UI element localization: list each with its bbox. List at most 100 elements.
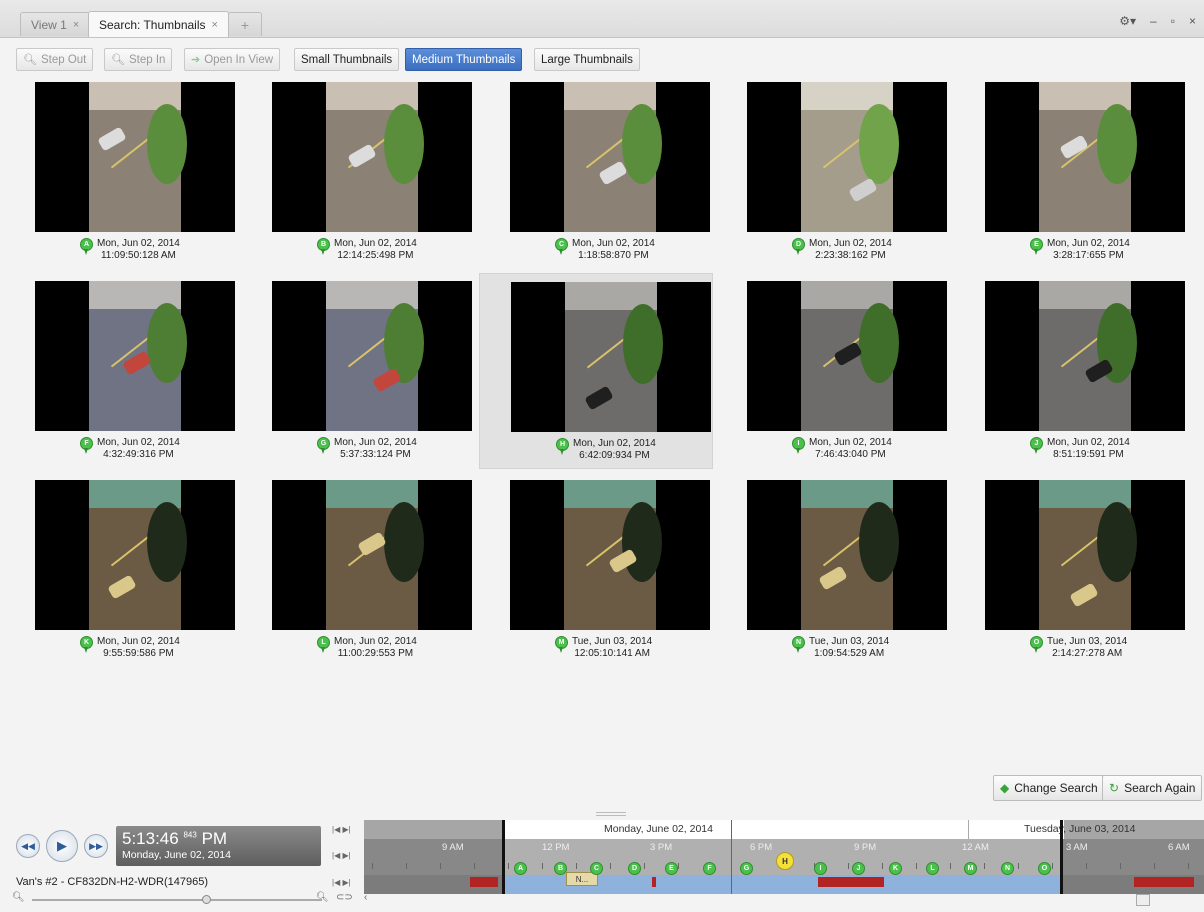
timeline-tick [678, 863, 679, 869]
thumbnail-caption: G Mon, Jun 02, 2014 5:37:33:124 PM [317, 437, 417, 461]
jump-start-end-icon[interactable]: |◀ ▶| [332, 851, 351, 860]
thumbnail-item[interactable]: E Mon, Jun 02, 2014 3:28:17:655 PM [958, 78, 1192, 274]
thumbnail-image[interactable] [35, 480, 235, 630]
video-frame [1039, 82, 1137, 232]
zoom-out-icon[interactable]: 🔍︎ [12, 892, 25, 903]
bookmark-marker-icon[interactable]: M [964, 862, 977, 879]
change-search-button[interactable]: ◆ Change Search [993, 775, 1105, 801]
thumbnail-item[interactable]: J Mon, Jun 02, 2014 8:51:19:591 PM [958, 277, 1192, 473]
bookmark-marker-icon[interactable]: D [628, 862, 641, 879]
thumbnail-image[interactable] [511, 282, 711, 432]
timeline-tick [882, 863, 883, 869]
bookmark-marker-icon[interactable]: J [852, 862, 865, 879]
bookmark-marker-icon[interactable]: C [590, 862, 603, 879]
resize-grip[interactable] [596, 812, 626, 816]
selection-start-handle[interactable] [502, 820, 505, 894]
thumbnail-item[interactable]: B Mon, Jun 02, 2014 12:14:25:498 PM [245, 78, 479, 274]
thumbnail-image[interactable] [985, 82, 1185, 232]
zoom-in-icon[interactable]: 🔍︎ [316, 892, 329, 903]
tab-bar: View 1 × Search: Thumbnails × + ⚙▾ – ▫ × [0, 0, 1204, 38]
thumbnail-caption: N Tue, Jun 03, 2014 1:09:54:529 AM [792, 636, 889, 660]
thumbnail-image[interactable] [510, 82, 710, 232]
search-again-button[interactable]: ↻ Search Again [1102, 775, 1203, 801]
bookmark-marker-icon[interactable]: K [889, 862, 902, 879]
hour-label: 3 AM [1066, 842, 1088, 853]
thumbnail-date: Mon, Jun 02, 2014 [1047, 437, 1130, 448]
thumbnail-item[interactable]: G Mon, Jun 02, 2014 5:37:33:124 PM [245, 277, 479, 473]
step-out-button[interactable]: 🔍︎ Step Out [16, 48, 94, 71]
thumbnail-date: Mon, Jun 02, 2014 [809, 238, 892, 249]
bookmark-marker-icon[interactable]: O [1038, 862, 1051, 879]
open-in-view-button[interactable]: ➔ Open In View [184, 48, 281, 71]
new-tab-button[interactable]: + [228, 12, 262, 36]
thumbnail-image[interactable] [35, 281, 235, 431]
thumbnail-image[interactable] [747, 82, 947, 232]
jump-start-end-icon[interactable]: |◀ ▶| [332, 878, 351, 887]
thumbnail-image[interactable] [510, 480, 710, 630]
thumbnail-item[interactable]: D Mon, Jun 02, 2014 2:23:38:162 PM [720, 78, 954, 274]
thumbnail-item[interactable]: F Mon, Jun 02, 2014 4:32:49:316 PM [8, 277, 242, 473]
play-icon[interactable]: ▶ [46, 830, 78, 862]
thumbnail-image[interactable] [272, 480, 472, 630]
hour-label: 6 PM [750, 842, 773, 853]
zoom-handle[interactable] [202, 895, 211, 904]
minimize-icon[interactable]: – [1150, 14, 1157, 28]
bookmark-marker-icon[interactable]: E [665, 862, 678, 879]
thumbnail-item[interactable]: M Tue, Jun 03, 2014 12:05:10:141 AM [483, 476, 717, 672]
thumbnail-image[interactable] [35, 82, 235, 232]
selection-end-handle[interactable] [1060, 820, 1063, 894]
thumbnail-image[interactable] [985, 281, 1185, 431]
timeline[interactable]: Monday, June 02, 2014 Tuesday, June 03, … [364, 820, 1204, 894]
bookmark-marker-icon[interactable]: F [703, 862, 716, 879]
thumbnail-item[interactable]: O Tue, Jun 03, 2014 2:14:27:278 AM [958, 476, 1192, 672]
bookmark-marker-icon[interactable]: N [1001, 862, 1014, 879]
step-in-button[interactable]: 🔍︎ Step In [104, 48, 173, 71]
thumbnail-caption: O Tue, Jun 03, 2014 2:14:27:278 AM [1030, 636, 1127, 660]
thumbnail-item[interactable]: K Mon, Jun 02, 2014 9:55:59:586 PM [8, 476, 242, 672]
thumbnail-image[interactable] [272, 82, 472, 232]
link-icon[interactable]: ⊂⊃ [336, 892, 353, 903]
maximize-icon[interactable]: ▫ [1171, 14, 1175, 28]
tab-search-thumbnails[interactable]: Search: Thumbnails × [88, 11, 229, 37]
timeline-tick [984, 863, 985, 869]
thumbnail-caption: B Mon, Jun 02, 2014 12:14:25:498 PM [317, 238, 417, 262]
thumbnail-item[interactable]: N Tue, Jun 03, 2014 1:09:54:529 AM [720, 476, 954, 672]
previous-frame-icon[interactable]: ◀◀ [16, 834, 40, 858]
thumbnail-item[interactable]: A Mon, Jun 02, 2014 11:09:50:128 AM [8, 78, 242, 274]
thumbnail-time: 12:05:10:141 AM [574, 648, 650, 659]
thumbnail-item[interactable]: I Mon, Jun 02, 2014 7:46:43:040 PM [720, 277, 954, 473]
medium-thumbnails-button[interactable]: Medium Thumbnails [405, 48, 523, 71]
bookmark-marker-icon[interactable]: I [814, 862, 827, 879]
thumbnail-image[interactable] [985, 480, 1185, 630]
tab-view-1[interactable]: View 1 × [20, 12, 91, 36]
thumbnail-image[interactable] [272, 281, 472, 431]
close-icon[interactable]: × [1189, 14, 1196, 28]
zoom-slider[interactable]: 🔍︎ 🔍︎ ⊂⊃ ‹ [12, 892, 367, 907]
bookmark-marker-icon[interactable]: G [740, 862, 753, 879]
timeline-tick [1188, 863, 1189, 869]
thumbnail-item[interactable]: C Mon, Jun 02, 2014 1:18:58:870 PM [483, 78, 717, 274]
bookmark-marker-icon[interactable]: H [776, 852, 794, 870]
zoom-track[interactable] [32, 899, 322, 901]
thumbnail-image[interactable] [747, 480, 947, 630]
bookmark-pin-icon: B [317, 238, 330, 255]
thumbnail-item[interactable]: H Mon, Jun 02, 2014 6:42:09:934 PM [479, 273, 713, 469]
next-frame-icon[interactable]: ▶▶ [84, 834, 108, 858]
bookmark-marker-icon[interactable]: A [514, 862, 527, 879]
jump-start-end-icon[interactable]: |◀ ▶| [332, 825, 351, 834]
close-icon[interactable]: × [212, 19, 218, 31]
close-icon[interactable]: × [73, 19, 79, 31]
thumbnail-image[interactable] [747, 281, 947, 431]
scroll-box[interactable] [1136, 894, 1150, 906]
timeline-tick [1120, 863, 1121, 869]
thumbnail-item[interactable]: L Mon, Jun 02, 2014 11:00:29:553 PM [245, 476, 479, 672]
thumbnail-time: 4:32:49:316 PM [103, 449, 174, 460]
settings-icon[interactable]: ⚙▾ [1119, 14, 1136, 28]
video-frame [801, 480, 899, 630]
bookmark-marker-icon[interactable]: L [926, 862, 939, 879]
timeline-tick [474, 863, 475, 869]
bookmark-marker-icon[interactable]: B [554, 862, 567, 879]
thumbnail-time: 6:42:09:934 PM [579, 450, 650, 461]
small-thumbnails-button[interactable]: Small Thumbnails [294, 48, 400, 71]
large-thumbnails-button[interactable]: Large Thumbnails [534, 48, 640, 71]
